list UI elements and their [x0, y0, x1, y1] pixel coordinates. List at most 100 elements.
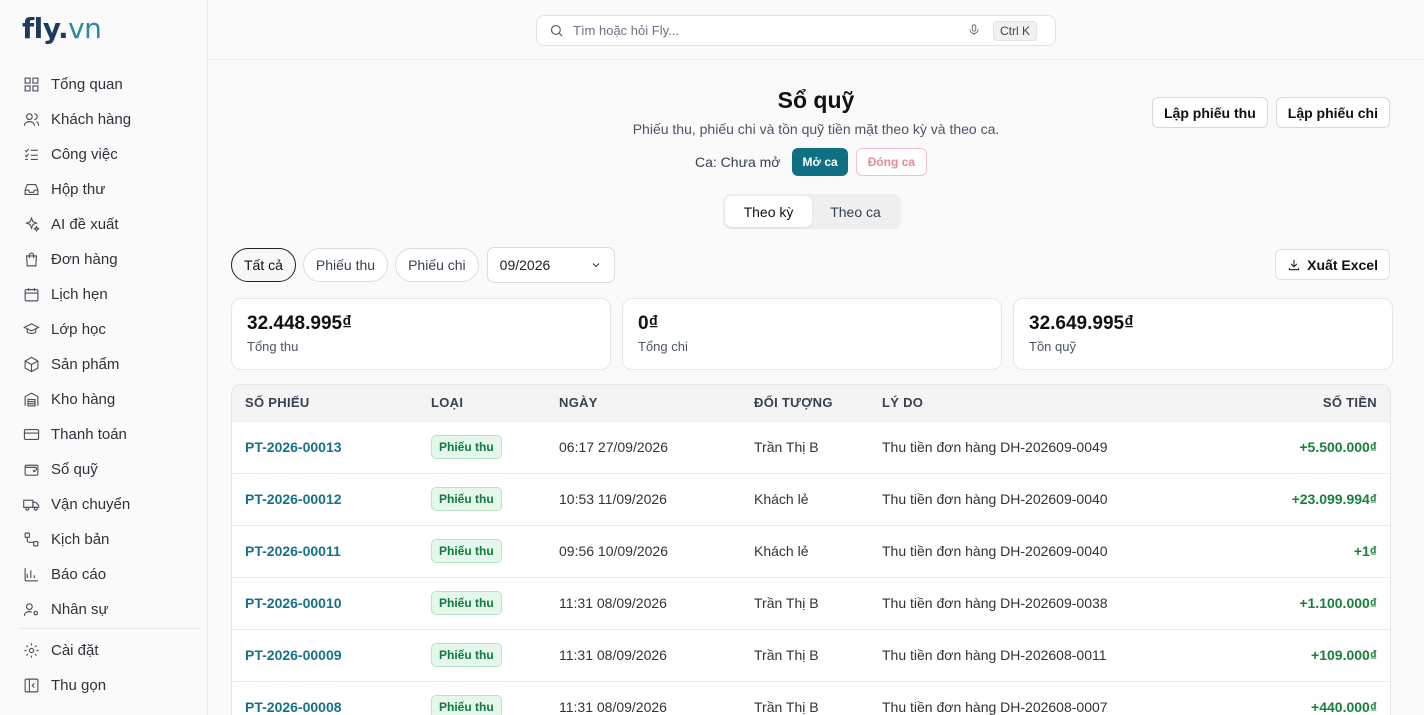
- voucher-amount: +1.100.000₫: [1299, 595, 1377, 611]
- sidebar-item-thu-gon[interactable]: Thu gọn: [12, 668, 196, 703]
- voucher-reason: Thu tiền đơn hàng DH-202608-0007: [882, 699, 1108, 715]
- vouchers-table: SỐ PHIẾU LOẠI NGÀY ĐỐI TƯỢNG LÝ DO SỐ TI…: [231, 384, 1391, 715]
- tab-by-period[interactable]: Theo kỳ: [725, 196, 812, 227]
- summary-cards: 32.448.995₫ Tổng thu 0₫ Tổng chi 32.649.…: [231, 298, 1393, 370]
- user-cog-icon: [22, 601, 40, 619]
- sidebar-item-label: Thu gọn: [51, 677, 107, 694]
- sidebar-item-label: Báo cáo: [51, 566, 107, 583]
- sidebar-item-don-hang[interactable]: Đơn hàng: [12, 242, 196, 277]
- topbar: Ctrl K: [208, 0, 1424, 60]
- table-row[interactable]: PT-2026-00008 Phiếu thu 11:31 08/09/2026 Tr…: [232, 681, 1390, 715]
- summary-amount: 0₫: [638, 313, 659, 334]
- table-row[interactable]: PT-2026-00012 Phiếu thu 10:53 11/09/2026 Kh…: [232, 473, 1390, 525]
- voucher-reason: Thu tiền đơn hàng DH-202609-0049: [882, 439, 1108, 455]
- voucher-amount: +440.000₫: [1311, 699, 1377, 715]
- column-header-voucher-no[interactable]: SỐ PHIẾU: [232, 385, 431, 421]
- sidebar-item-khach-hang[interactable]: Khách hàng: [12, 102, 196, 137]
- microphone-icon[interactable]: [967, 23, 983, 39]
- table-row[interactable]: PT-2026-00010 Phiếu thu 11:31 08/09/2026 Tr…: [232, 577, 1390, 629]
- voucher-party: Trần Thị B: [754, 439, 819, 455]
- voucher-number-link[interactable]: PT-2026-00008: [245, 699, 342, 715]
- export-excel-button[interactable]: Xuất Excel: [1275, 249, 1390, 280]
- summary-amount: 32.649.995₫: [1029, 313, 1134, 334]
- sidebar-item-cong-viec[interactable]: Công việc: [12, 137, 196, 172]
- voucher-type-badge: Phiếu thu: [431, 487, 502, 511]
- summary-label: Tổng thu: [247, 339, 299, 354]
- header-actions: Lập phiếu thu Lập phiếu chi: [1152, 97, 1390, 128]
- voucher-number-link[interactable]: PT-2026-00012: [245, 491, 342, 507]
- sidebar-item-kich-ban[interactable]: Kịch bản: [12, 522, 196, 557]
- sidebar-item-thanh-toan[interactable]: Thanh toán: [12, 417, 196, 452]
- sidebar-item-ai-de-xuat[interactable]: AI đề xuất: [12, 207, 196, 242]
- sidebar-item-san-pham[interactable]: Sản phẩm: [12, 347, 196, 382]
- sparkles-icon: [22, 216, 40, 234]
- sidebar-item-hop-thu[interactable]: Hộp thư: [12, 172, 196, 207]
- sidebar-item-label: Sản phẩm: [51, 356, 120, 373]
- voucher-number-link[interactable]: PT-2026-00011: [245, 543, 341, 559]
- sidebar-item-tong-quan[interactable]: Tổng quan: [12, 67, 196, 102]
- period-select[interactable]: 09/2026: [486, 247, 615, 283]
- shift-status-label: Ca: Chưa mở: [695, 154, 781, 170]
- close-shift-button[interactable]: Đóng ca: [855, 148, 928, 176]
- search-bar[interactable]: Ctrl K: [536, 15, 1056, 46]
- search-icon: [549, 23, 565, 39]
- sidebar-item-so-quy[interactable]: Sổ quỹ: [12, 452, 196, 487]
- voucher-party: Trần Thị B: [754, 595, 819, 611]
- inbox-icon: [22, 181, 40, 199]
- table-row[interactable]: PT-2026-00009 Phiếu thu 11:31 08/09/2026 Tr…: [232, 629, 1390, 681]
- sidebar-item-nhan-su[interactable]: Nhân sự: [12, 592, 196, 627]
- filter-chip-payments[interactable]: Phiếu chi: [395, 248, 479, 282]
- voucher-type-badge: Phiếu thu: [431, 539, 502, 563]
- sidebar-nav: Tổng quan Khách hàng Công việc Hộp thư AI đề…: [12, 67, 196, 627]
- voucher-number-link[interactable]: PT-2026-00009: [245, 647, 342, 663]
- sidebar-item-lich-hen[interactable]: Lịch hẹn: [12, 277, 196, 312]
- voucher-number-link[interactable]: PT-2026-00013: [245, 439, 342, 455]
- sidebar-item-kho-hang[interactable]: Kho hàng: [12, 382, 196, 417]
- sidebar-item-cai-dat[interactable]: Cài đặt: [12, 633, 196, 668]
- voucher-date: 11:31 08/09/2026: [559, 699, 667, 715]
- filter-chip-receipts[interactable]: Phiếu thu: [302, 248, 389, 282]
- search-input[interactable]: [573, 23, 963, 38]
- truck-icon: [22, 496, 40, 514]
- shift-status-row: Ca: Chưa mở Mở ca Đóng ca: [695, 148, 928, 176]
- table-row[interactable]: PT-2026-00013 Phiếu thu 06:17 27/09/2026 Tr…: [232, 421, 1390, 473]
- voucher-number-link[interactable]: PT-2026-00010: [245, 595, 342, 611]
- sidebar-item-label: Sổ quỹ: [51, 461, 98, 478]
- create-payment-button[interactable]: Lập phiếu chi: [1275, 97, 1390, 128]
- voucher-type-badge: Phiếu thu: [431, 435, 502, 459]
- sidebar-item-label: Công việc: [51, 146, 118, 163]
- create-receipt-button[interactable]: Lập phiếu thu: [1152, 97, 1268, 128]
- filter-chip-all[interactable]: Tất cả: [231, 248, 296, 282]
- download-icon: [1288, 259, 1300, 270]
- sidebar-item-label: Lớp học: [51, 321, 106, 338]
- summary-card-total-receipts: 32.448.995₫ Tổng thu: [231, 298, 611, 370]
- column-header-amount[interactable]: SỐ TIỀN: [1212, 385, 1390, 421]
- summary-card-total-payments: 0₫ Tổng chi: [622, 298, 1002, 370]
- chevron-down-icon: [592, 263, 600, 268]
- search-shortcut-hint: Ctrl K: [993, 20, 1037, 41]
- sidebar-item-label: Lịch hẹn: [51, 286, 108, 303]
- sidebar-item-label: Kịch bản: [51, 531, 110, 548]
- brand-logo[interactable]: fly.vn: [22, 12, 102, 45]
- table-row[interactable]: PT-2026-00011 Phiếu thu 09:56 10/09/2026 Kh…: [232, 525, 1390, 577]
- column-header-party[interactable]: ĐỐI TƯỢNG: [754, 385, 882, 421]
- column-header-date[interactable]: NGÀY: [559, 385, 754, 421]
- column-header-type[interactable]: LOẠI: [431, 385, 559, 421]
- open-shift-button[interactable]: Mở ca: [792, 148, 848, 176]
- shopping-bag-icon: [22, 251, 40, 269]
- sidebar-item-lop-hoc[interactable]: Lớp học: [12, 312, 196, 347]
- voucher-date: 10:53 11/09/2026: [559, 491, 667, 507]
- sidebar-item-label: Tổng quan: [51, 76, 123, 93]
- sidebar-item-van-chuyen[interactable]: Vận chuyển: [12, 487, 196, 522]
- voucher-amount: +109.000₫: [1311, 647, 1377, 663]
- tab-by-shift[interactable]: Theo ca: [812, 196, 899, 227]
- sidebar-item-bao-cao[interactable]: Báo cáo: [12, 557, 196, 592]
- voucher-date: 11:31 08/09/2026: [559, 647, 667, 663]
- voucher-type-badge: Phiếu thu: [431, 643, 502, 667]
- view-mode-tabs: Theo kỳ Theo ca: [723, 194, 901, 229]
- column-header-reason[interactable]: LÝ DO: [882, 385, 1212, 421]
- export-excel-label: Xuất Excel: [1307, 256, 1378, 273]
- voucher-date: 09:56 10/09/2026: [559, 543, 668, 559]
- users-icon: [22, 111, 40, 129]
- sidebar-item-label: Đơn hàng: [51, 251, 118, 268]
